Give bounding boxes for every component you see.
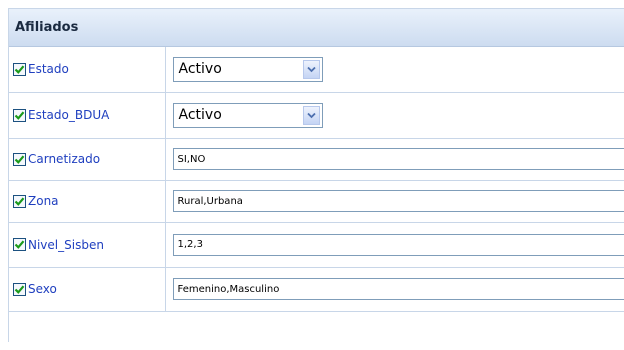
label-cell: Carnetizado — [9, 138, 166, 181]
estado-bdua-label: Estado_BDUA — [28, 108, 110, 122]
sexo-label: Sexo — [28, 282, 57, 296]
nivel-sisben-label: Nivel_Sisben — [28, 237, 104, 252]
chevron-down-icon — [306, 112, 316, 118]
checkmark-icon — [14, 154, 25, 164]
zona-checkbox[interactable] — [13, 194, 26, 208]
estado-select[interactable]: Activo — [172, 56, 323, 82]
chevron-down-icon — [306, 66, 316, 73]
label-cell: Estado_BDUA — [9, 92, 166, 139]
afiliados-panel: Afiliados Estado Activo Estado_BDUA Acti… — [8, 8, 624, 342]
checkmark-icon — [14, 240, 25, 249]
value-cell: Rural,Urbana — [165, 180, 624, 223]
label-cell: Zona — [9, 180, 166, 223]
estado-label: Estado — [28, 62, 69, 77]
estado-select-value: Activo — [178, 61, 222, 78]
nivel-sisben-input-value: 1,2,3 — [177, 239, 203, 250]
filter-row-estado: Estado Activo — [9, 47, 624, 93]
sexo-input[interactable]: Femenino,Masculino — [172, 278, 624, 300]
carnetizado-input[interactable]: SI,NO — [172, 148, 624, 170]
checkmark-icon — [14, 196, 25, 206]
sexo-input-value: Femenino,Masculino — [177, 283, 280, 295]
estado-bdua-select-value: Activo — [178, 107, 222, 123]
checkmark-icon — [14, 284, 25, 294]
panel-header: Afiliados — [9, 9, 624, 47]
zona-input-value: Rural,Urbana — [177, 195, 243, 207]
carnetizado-label: Carnetizado — [28, 152, 101, 166]
sexo-checkbox[interactable] — [13, 282, 26, 296]
estado-bdua-select[interactable]: Activo — [172, 102, 323, 128]
filter-row-zona: Zona Rural,Urbana — [9, 180, 624, 223]
value-cell: Activo — [165, 92, 624, 139]
value-cell: Femenino,Masculino — [165, 267, 624, 312]
label-cell: Estado — [9, 47, 166, 93]
filter-row-sexo: Sexo Femenino,Masculino — [9, 267, 624, 312]
estado-bdua-checkbox[interactable] — [13, 108, 26, 122]
filter-row-estado-bdua: Estado_BDUA Activo — [9, 92, 624, 139]
value-cell: Activo — [165, 47, 624, 93]
estado-dropdown-button[interactable] — [302, 59, 320, 79]
estado-bdua-dropdown-button[interactable] — [302, 105, 320, 125]
carnetizado-checkbox[interactable] — [13, 152, 26, 166]
carnetizado-input-value: SI,NO — [177, 153, 206, 165]
label-cell: Sexo — [9, 267, 166, 312]
label-cell: Nivel_Sisben — [9, 222, 166, 268]
estado-checkbox[interactable] — [13, 62, 26, 76]
value-cell: 1,2,3 — [165, 222, 624, 268]
zona-input[interactable]: Rural,Urbana — [172, 190, 624, 212]
filter-row-nivel-sisben: Nivel_Sisben 1,2,3 — [9, 222, 624, 268]
panel-title: Afiliados — [15, 20, 79, 35]
value-cell: SI,NO — [165, 138, 624, 181]
filter-table: Estado Activo Estado_BDUA Activo Carneti… — [9, 47, 624, 312]
checkmark-icon — [14, 110, 25, 120]
filter-row-carnetizado: Carnetizado SI,NO — [9, 138, 624, 181]
zona-label: Zona — [28, 194, 59, 208]
nivel-sisben-checkbox[interactable] — [13, 238, 26, 251]
checkmark-icon — [14, 65, 25, 74]
nivel-sisben-input[interactable]: 1,2,3 — [172, 233, 624, 256]
